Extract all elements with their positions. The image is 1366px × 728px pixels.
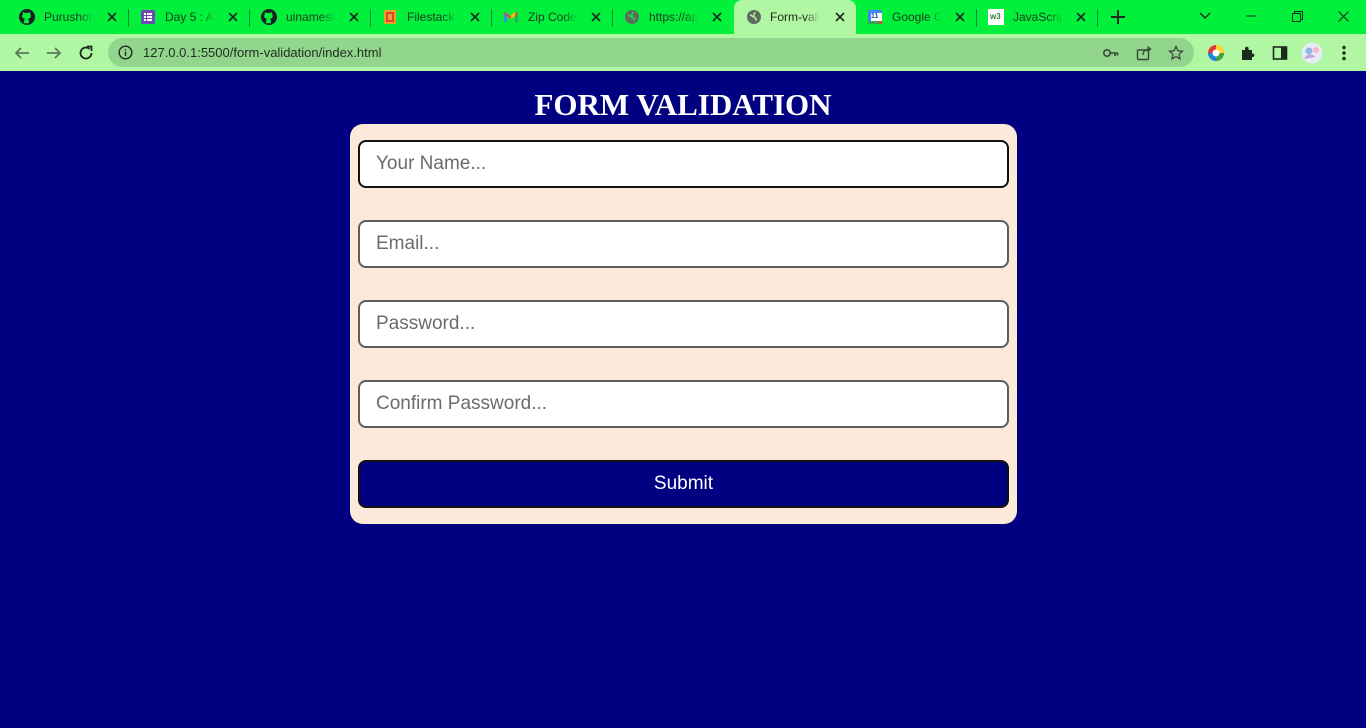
tab-form-validation[interactable]: Form-valid [734, 0, 856, 34]
tab-title: Zip Code A [528, 10, 578, 24]
close-tab-icon[interactable] [104, 9, 120, 25]
github-icon [19, 9, 35, 25]
site-info-icon[interactable] [118, 45, 133, 65]
tab-divider [1097, 9, 1098, 27]
tab-title: JavaScript [1013, 10, 1063, 24]
color-extension-icon[interactable] [1204, 41, 1228, 65]
tab-strip: Purushoth Day 5 : Adv uinames/n Filestac… [0, 0, 1366, 34]
close-tab-icon[interactable] [467, 9, 483, 25]
tab-title: Purushoth [44, 10, 94, 24]
tab-filestack[interactable]: Filestack D [363, 0, 492, 34]
new-tab-icon[interactable] [1108, 7, 1128, 27]
tab-google-calendar[interactable]: 11 Google Cal [848, 0, 977, 34]
tab-title: Day 5 : Adv [165, 10, 215, 24]
calendar-badge: 11 [871, 13, 879, 20]
validation-form: Submit [350, 124, 1017, 524]
close-window-icon[interactable] [1320, 0, 1366, 32]
tab-uinames[interactable]: uinames/n [242, 0, 371, 34]
calendar-icon: 11 [867, 9, 883, 25]
globe-icon [746, 9, 762, 25]
key-icon[interactable] [1102, 44, 1120, 62]
close-tab-icon[interactable] [346, 9, 362, 25]
github-icon [261, 9, 277, 25]
tab-api[interactable]: https://api [605, 0, 734, 34]
reload-icon[interactable] [74, 41, 98, 65]
browser-toolbar: 127.0.0.1:5500/form-validation/index.htm… [0, 34, 1366, 71]
address-bar[interactable]: 127.0.0.1:5500/form-validation/index.htm… [108, 38, 1194, 67]
tab-title: Form-valid [770, 10, 820, 24]
filestack-icon [382, 9, 398, 25]
bookmark-star-icon[interactable] [1167, 44, 1185, 62]
side-panel-icon[interactable] [1268, 41, 1292, 65]
globe-icon [624, 9, 640, 25]
tab-title: Filestack D [407, 10, 457, 24]
password-input[interactable] [358, 300, 1009, 348]
forward-icon[interactable] [42, 41, 66, 65]
tab-title: https://api [649, 10, 699, 24]
url-text[interactable]: 127.0.0.1:5500/form-validation/index.htm… [143, 45, 381, 60]
tab-search-icon[interactable] [1182, 0, 1228, 32]
extensions-puzzle-icon[interactable] [1236, 41, 1260, 65]
close-tab-icon[interactable] [588, 9, 604, 25]
tab-title: Google Cal [892, 10, 942, 24]
confirm-password-input[interactable] [358, 380, 1009, 428]
forms-icon [140, 9, 156, 25]
close-tab-icon[interactable] [709, 9, 725, 25]
close-tab-icon[interactable] [952, 9, 968, 25]
gmail-icon [503, 9, 519, 25]
close-tab-icon[interactable] [832, 9, 848, 25]
profile-avatar-icon[interactable] [1300, 41, 1324, 65]
restore-icon[interactable] [1274, 0, 1320, 32]
close-tab-icon[interactable] [225, 9, 241, 25]
close-tab-icon[interactable] [1073, 9, 1089, 25]
share-icon[interactable] [1135, 44, 1153, 62]
menu-kebab-icon[interactable] [1332, 41, 1356, 65]
back-icon[interactable] [10, 41, 34, 65]
submit-button[interactable]: Submit [358, 460, 1009, 508]
tab-purushoth[interactable]: Purushoth [0, 0, 129, 34]
minimize-icon[interactable] [1228, 0, 1274, 32]
email-input[interactable] [358, 220, 1009, 268]
tab-title: uinames/n [286, 10, 336, 24]
page-title: FORM VALIDATION [534, 87, 832, 122]
tab-day5[interactable]: Day 5 : Adv [121, 0, 250, 34]
w3schools-badge: w3 [990, 12, 1001, 21]
tab-zipcode[interactable]: Zip Code A [484, 0, 613, 34]
w3schools-icon: w3 [988, 9, 1004, 25]
name-input[interactable] [358, 140, 1009, 188]
tab-javascript[interactable]: w3 JavaScript [969, 0, 1098, 34]
